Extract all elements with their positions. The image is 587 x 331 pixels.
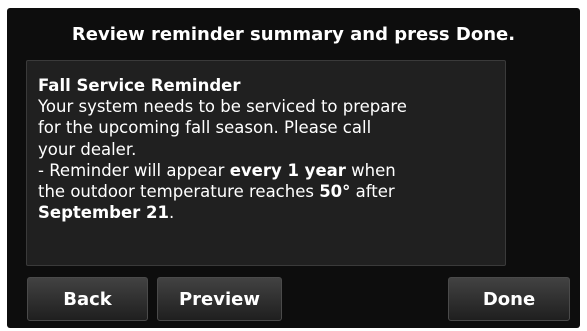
reminder-title: Fall Service Reminder bbox=[38, 76, 241, 95]
reminder-line-4-prefix: - Reminder will appear bbox=[38, 160, 230, 180]
reminder-date-suffix: . bbox=[169, 203, 175, 223]
preview-button[interactable]: Preview bbox=[157, 277, 282, 321]
done-button[interactable]: Done bbox=[448, 277, 570, 321]
reminder-temperature: 50° bbox=[319, 182, 351, 202]
reminder-line-5-prefix: the outdoor temperature reaches bbox=[38, 182, 320, 202]
reminder-line-4-suffix: when bbox=[345, 160, 396, 180]
reminder-summary-text: Fall Service Reminder Your system needs … bbox=[38, 75, 500, 223]
back-button[interactable]: Back bbox=[27, 277, 148, 321]
reminder-frequency: every 1 year bbox=[229, 160, 346, 180]
instruction-header: Review reminder summary and press Done. bbox=[71, 24, 516, 45]
reminder-line-1: Your system needs to be serviced to prep… bbox=[38, 97, 407, 117]
reminder-summary-panel: Fall Service Reminder Your system needs … bbox=[26, 60, 506, 266]
reminder-line-5-suffix: after bbox=[350, 182, 395, 202]
reminder-line-3: your dealer. bbox=[38, 139, 137, 159]
reminder-line-2: for the upcoming fall season. Please cal… bbox=[38, 118, 372, 138]
thermostat-screen: Review reminder summary and press Done. … bbox=[7, 8, 580, 328]
reminder-date: September 21 bbox=[38, 203, 170, 223]
